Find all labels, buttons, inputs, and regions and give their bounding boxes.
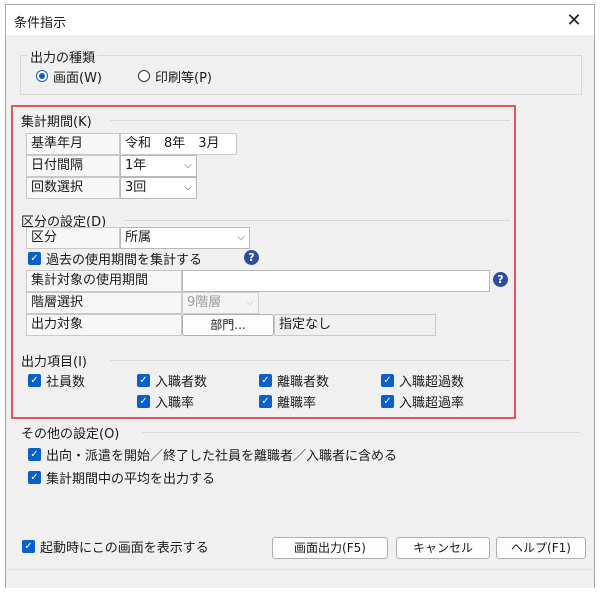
cancel-button[interactable]: キャンセル bbox=[396, 537, 490, 559]
output-type-group bbox=[20, 55, 582, 95]
other-checkbox-secondment[interactable]: ✓ bbox=[28, 448, 41, 461]
other-label-secondment[interactable]: 出向・派遣を開始／終了した社員を離職者／入職者に含める bbox=[46, 445, 397, 464]
kubun-label: 区分 bbox=[26, 227, 120, 249]
title-bar: 条件指示 ✕ bbox=[6, 5, 594, 35]
question-circle-icon[interactable]: ? bbox=[493, 272, 508, 287]
startup-checkbox[interactable]: ✓ bbox=[22, 540, 35, 553]
period-divider bbox=[110, 120, 510, 121]
hierarchy-select[interactable]: 9階層 ⌵ bbox=[182, 292, 259, 314]
period-title: 集計期間(K) bbox=[21, 115, 92, 130]
item-checkbox-hire-excess[interactable]: ✓ bbox=[381, 374, 394, 387]
status-bar bbox=[6, 569, 594, 588]
department-button[interactable]: 部門... bbox=[182, 314, 274, 336]
hierarchy-label: 階層選択 bbox=[26, 292, 182, 314]
count-select-label: 回数選択 bbox=[26, 177, 120, 199]
item-checkbox-leavers[interactable]: ✓ bbox=[259, 374, 272, 387]
date-interval-label: 日付間隔 bbox=[26, 155, 120, 177]
chevron-down-icon: ⌵ bbox=[184, 160, 192, 171]
item-checkbox-hire-excess-rate[interactable]: ✓ bbox=[381, 395, 394, 408]
item-checkbox-employees[interactable]: ✓ bbox=[28, 374, 41, 387]
department-value: 指定なし bbox=[274, 314, 436, 336]
window-title: 条件指示 bbox=[14, 16, 67, 31]
past-usage-label[interactable]: 過去の使用期間を集計する bbox=[46, 249, 202, 268]
base-month-value[interactable]: 令和 8年 3月 bbox=[120, 133, 237, 155]
item-label-employees[interactable]: 社員数 bbox=[46, 371, 85, 390]
date-interval-value: 1年 bbox=[125, 158, 147, 173]
output-type-title: 出力の種類 bbox=[28, 47, 98, 66]
usage-period-input[interactable] bbox=[182, 270, 490, 292]
dialog-window: 条件指示 ✕ 出力の種類 画面(W) 印刷等(P) 集計期間(K) 基準年月 令… bbox=[5, 4, 595, 588]
other-settings-divider bbox=[142, 432, 580, 433]
question-circle-icon[interactable]: ? bbox=[244, 250, 259, 265]
help-button[interactable]: ヘルプ(F1) bbox=[496, 537, 586, 559]
chevron-down-icon: ⌵ bbox=[184, 182, 192, 193]
hierarchy-value: 9階層 bbox=[187, 295, 222, 310]
dialog-content: 出力の種類 画面(W) 印刷等(P) 集計期間(K) 基準年月 令和 8年 3月… bbox=[6, 35, 594, 588]
item-label-leave-rate[interactable]: 離職率 bbox=[277, 392, 316, 411]
item-label-leavers[interactable]: 離職者数 bbox=[277, 371, 329, 390]
output-target-label: 出力対象 bbox=[26, 314, 182, 336]
item-label-hire-excess-rate[interactable]: 入職超過率 bbox=[399, 392, 464, 411]
item-checkbox-hires[interactable]: ✓ bbox=[137, 374, 150, 387]
chevron-down-icon: ⌵ bbox=[237, 232, 245, 243]
radio-screen[interactable] bbox=[36, 70, 48, 82]
usage-period-label: 集計対象の使用期間 bbox=[26, 270, 182, 292]
other-checkbox-average[interactable]: ✓ bbox=[28, 471, 41, 484]
output-items-divider bbox=[110, 360, 510, 361]
kubun-select[interactable]: 所属 ⌵ bbox=[120, 227, 250, 249]
item-label-hires[interactable]: 入職者数 bbox=[155, 371, 207, 390]
kubun-value: 所属 bbox=[125, 230, 152, 245]
other-label-average[interactable]: 集計期間中の平均を出力する bbox=[46, 468, 215, 487]
close-button[interactable]: ✕ bbox=[554, 5, 594, 35]
past-usage-checkbox[interactable]: ✓ bbox=[28, 252, 41, 265]
output-items-title: 出力項目(I) bbox=[21, 355, 87, 370]
count-select[interactable]: 3回 ⌵ bbox=[120, 177, 197, 199]
date-interval-select[interactable]: 1年 ⌵ bbox=[120, 155, 197, 177]
startup-label[interactable]: 起動時にこの画面を表示する bbox=[40, 537, 209, 556]
item-label-hire-rate[interactable]: 入職率 bbox=[155, 392, 194, 411]
item-checkbox-leave-rate[interactable]: ✓ bbox=[259, 395, 272, 408]
radio-print[interactable] bbox=[138, 70, 150, 82]
item-checkbox-hire-rate[interactable]: ✓ bbox=[137, 395, 150, 408]
other-settings-title: その他の設定(O) bbox=[21, 427, 120, 442]
close-icon: ✕ bbox=[566, 9, 582, 31]
division-divider bbox=[124, 220, 510, 221]
count-select-value: 3回 bbox=[125, 180, 147, 195]
screen-output-button[interactable]: 画面出力(F5) bbox=[272, 537, 388, 559]
radio-print-label[interactable]: 印刷等(P) bbox=[155, 67, 212, 86]
item-label-hire-excess[interactable]: 入職超過数 bbox=[399, 371, 464, 390]
radio-screen-label[interactable]: 画面(W) bbox=[53, 67, 102, 86]
base-month-label: 基準年月 bbox=[26, 133, 120, 155]
chevron-down-icon: ⌵ bbox=[246, 297, 254, 308]
